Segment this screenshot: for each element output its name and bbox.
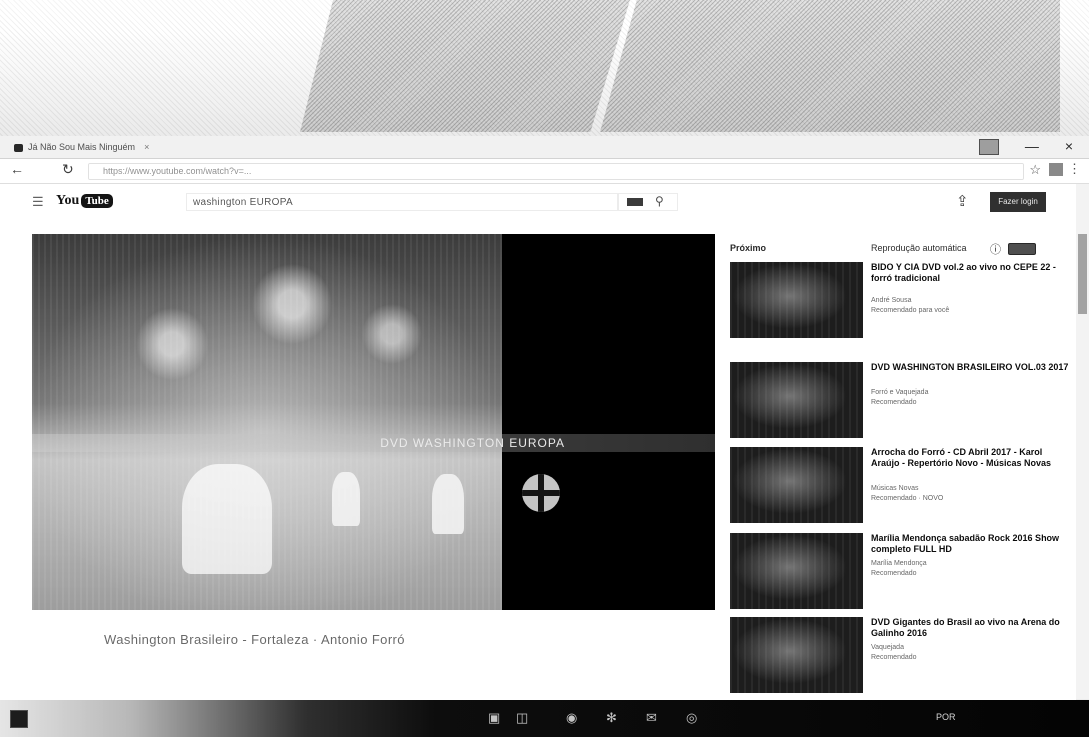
tab-close-icon[interactable]: × — [144, 139, 149, 156]
store-icon[interactable]: ◫ — [516, 710, 528, 726]
video-thumbnail[interactable] — [730, 617, 863, 693]
recommendation-item[interactable]: BIDO Y CIA DVD vol.2 ao vivo no CEPE 22 … — [730, 262, 1070, 352]
autoplay-toggle[interactable] — [1008, 243, 1036, 255]
info-icon[interactable]: ⓘ — [990, 241, 1001, 257]
youtube-favicon-icon — [14, 143, 23, 152]
system-tray: POR — [936, 712, 956, 722]
union-jack-flag-icon — [522, 474, 560, 512]
video-frame-performer — [432, 474, 464, 534]
logo-you: You — [56, 193, 80, 208]
photo-backdrop — [0, 0, 1089, 140]
keyboard-icon[interactable] — [627, 198, 643, 206]
browser-menu-icon[interactable]: ⋮ — [1068, 161, 1081, 177]
reload-icon[interactable]: ↻ — [62, 161, 74, 178]
recommendation-meta: Recomendado — [871, 654, 917, 661]
recommendation-channel: Vaquejada — [871, 644, 904, 651]
recommendation-title[interactable]: BIDO Y CIA DVD vol.2 ao vivo no CEPE 22 … — [871, 262, 1071, 284]
video-thumbnail[interactable] — [730, 447, 863, 523]
address-bar-row: ← ↻ https://www.youtube.com/watch?v=... … — [0, 159, 1089, 184]
browser-tab-strip: Já Não Sou Mais Ninguém × — × — [0, 136, 1089, 159]
recommendation-channel: Forró e Vaquejada — [871, 389, 929, 396]
autoplay-label: Reprodução automática — [871, 243, 967, 253]
recommendation-item[interactable]: DVD Gigantes do Brasil ao vivo na Arena … — [730, 617, 1070, 707]
logo-tube: Tube — [81, 194, 113, 208]
recommendation-meta: Recomendado · NOVO — [871, 495, 944, 502]
recommendation-channel: André Sousa — [871, 297, 912, 304]
up-next-label: Próximo — [730, 243, 767, 253]
recommendation-title[interactable]: Arrocha do Forró - CD Abril 2017 - Karol… — [871, 447, 1071, 469]
youtube-header: ☰ You Tube washington EUROPA ⚲ ⇪ Fazer l… — [0, 184, 1076, 222]
youtube-logo[interactable]: You Tube — [56, 193, 113, 209]
hamburger-menu-icon[interactable]: ☰ — [32, 194, 44, 210]
settings-icon[interactable]: ✻ — [606, 710, 617, 726]
video-thumbnail[interactable] — [730, 262, 863, 338]
search-button[interactable]: ⚲ — [618, 193, 678, 211]
back-arrow-icon[interactable]: ← — [10, 161, 24, 177]
search-input[interactable]: washington EUROPA — [186, 193, 618, 211]
window-controls: — × — [978, 136, 1073, 156]
upload-icon[interactable]: ⇪ — [956, 192, 969, 210]
scrollbar-thumb[interactable] — [1078, 234, 1087, 314]
address-input[interactable]: https://www.youtube.com/watch?v=... — [88, 163, 1024, 180]
recommendation-title[interactable]: DVD WASHINGTON BRASILEIRO VOL.03 2017 — [871, 362, 1071, 373]
window-close-button[interactable]: × — [1065, 136, 1073, 156]
video-thumbnail[interactable] — [730, 362, 863, 438]
video-frame-performer — [182, 464, 272, 574]
app-icon[interactable]: ◎ — [686, 710, 697, 726]
backdrop-shadow — [300, 0, 630, 132]
chrome-icon[interactable]: ◉ — [566, 710, 577, 726]
start-button-icon[interactable] — [10, 710, 28, 728]
search-icon: ⚲ — [655, 194, 664, 208]
task-view-icon[interactable]: ▣ — [488, 710, 500, 726]
recommendation-title[interactable]: Marília Mendonça sabadão Rock 2016 Show … — [871, 533, 1071, 555]
recommendation-item[interactable]: DVD WASHINGTON BRASILEIRO VOL.03 2017 Fo… — [730, 362, 1070, 452]
extension-icon[interactable] — [1049, 163, 1063, 176]
video-player[interactable]: DVD WASHINGTON EUROPA — [32, 234, 715, 610]
recommendation-item[interactable]: Marília Mendonça sabadão Rock 2016 Show … — [730, 533, 1070, 623]
windows-taskbar: ▣ ◫ ◉ ✻ ✉ ◎ POR — [0, 700, 1089, 737]
video-title: Washington Brasileiro - Fortaleza · Anto… — [104, 632, 405, 647]
recommendation-item[interactable]: Arrocha do Forró - CD Abril 2017 - Karol… — [730, 447, 1070, 537]
mail-icon[interactable]: ✉ — [646, 710, 657, 726]
recommendation-meta: Recomendado para você — [871, 307, 950, 314]
video-thumbnail[interactable] — [730, 533, 863, 609]
recommendation-channel: Músicas Novas — [871, 485, 919, 492]
backdrop-shadow — [600, 0, 1060, 132]
browser-tab[interactable]: Já Não Sou Mais Ninguém × — [14, 139, 184, 156]
recommendation-channel: Marília Mendonça — [871, 560, 927, 567]
stage-banner: DVD WASHINGTON EUROPA — [32, 434, 715, 452]
window-minimize-button[interactable]: — — [1025, 136, 1039, 156]
page-scrollbar[interactable] — [1076, 184, 1089, 699]
tab-title: Já Não Sou Mais Ninguém — [28, 142, 136, 152]
recommendation-title[interactable]: DVD Gigantes do Brasil ao vivo na Arena … — [871, 617, 1071, 639]
recommendation-meta: Recomendado — [871, 399, 917, 406]
window-restore-icon[interactable] — [978, 139, 999, 155]
recommendation-meta: Recomendado — [871, 570, 917, 577]
sign-in-button[interactable]: Fazer login — [990, 192, 1046, 212]
bookmark-star-icon[interactable]: ☆ — [1029, 162, 1041, 178]
video-frame-performer — [332, 472, 360, 526]
